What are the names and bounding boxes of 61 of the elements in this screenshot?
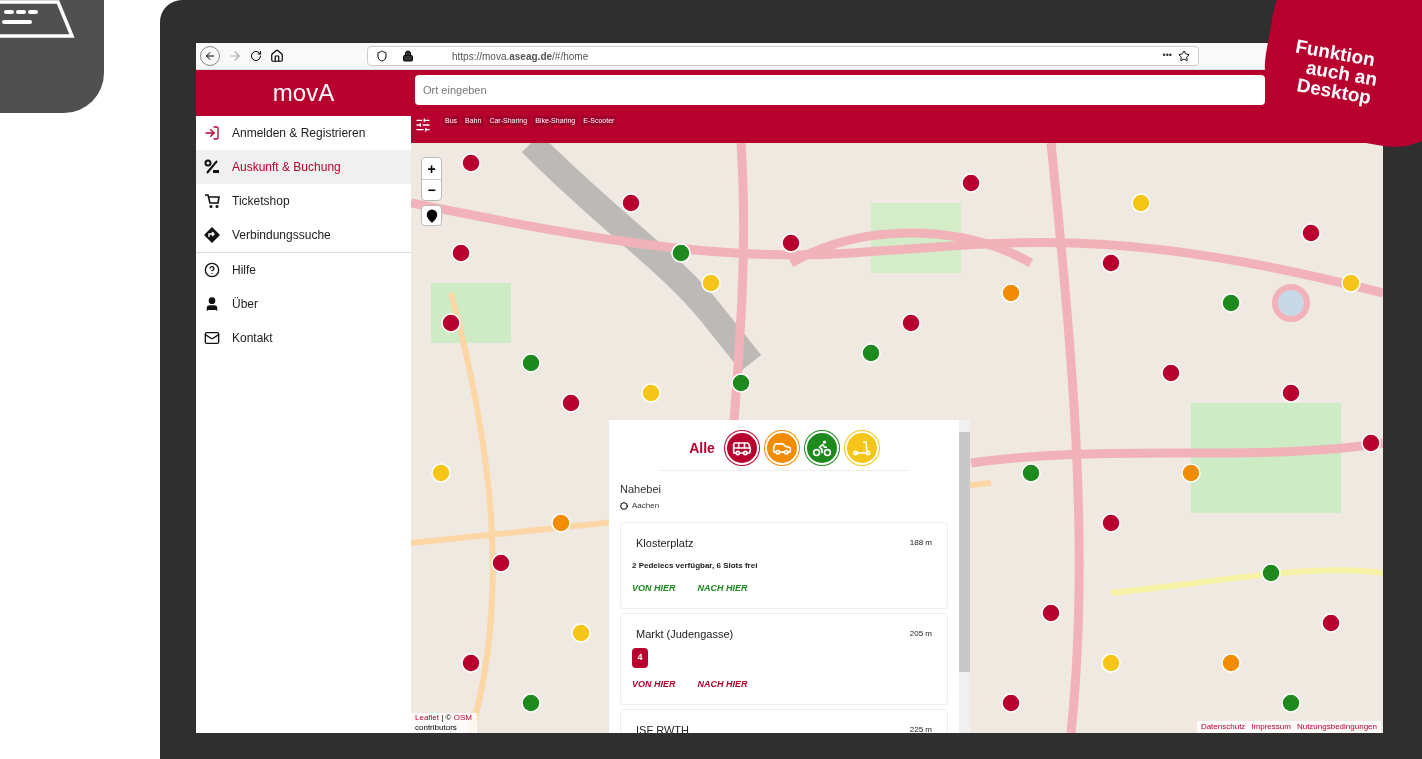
stop-name: Markt (Judengasse) <box>636 626 734 642</box>
laptop-icon <box>0 0 75 40</box>
login-icon <box>204 125 220 141</box>
sidebar-item[interactable]: Verbindungssuche <box>196 218 411 252</box>
address-bar[interactable]: https://mova.aseag.de/#/home ••• <box>367 46 1199 66</box>
bicycle-icon <box>811 438 832 458</box>
sidebar-item[interactable]: Kontakt <box>196 321 411 355</box>
stop-name: Klosterplatz <box>636 535 694 551</box>
zoom-in-button[interactable]: + <box>422 158 441 179</box>
bookmark-star-icon[interactable] <box>1178 50 1190 62</box>
sidebar-item[interactable]: Hilfe <box>196 253 411 287</box>
distance: 188 m <box>909 536 932 549</box>
route-link[interactable]: VON HIER <box>632 582 676 596</box>
result-card[interactable]: Klosterplatz 188 m 2 Pedelecs verfügbar, 6 Slots frei VON HIER NACH HIER <box>620 521 948 609</box>
stop-name: ISF RWTH <box>636 722 689 733</box>
search-field[interactable]: Ort eingeben <box>415 75 1265 105</box>
osm-link[interactable]: OSM <box>453 713 472 722</box>
cart-icon <box>204 193 220 209</box>
result-card[interactable]: Markt (Judengasse) 205 m 4 VON HIER NACH HIER <box>620 612 948 705</box>
sidebar-item[interactable]: Auskunft & Buchung <box>196 150 411 184</box>
footer-link[interactable]: Datenschutz <box>1200 721 1246 733</box>
route-link[interactable]: VON HIER <box>632 678 676 692</box>
bus-filter-button[interactable] <box>724 431 759 465</box>
line-badge: 4 <box>632 648 648 668</box>
back-arrow-icon <box>204 50 216 62</box>
more-menu[interactable]: ••• <box>1162 49 1172 63</box>
scrollbar[interactable] <box>959 420 970 733</box>
zoom-out-button[interactable]: − <box>422 179 441 200</box>
footer-link[interactable]: Impressum <box>1251 721 1291 733</box>
bike-filter-button[interactable] <box>804 431 839 465</box>
sidebar-item[interactable]: Ticketshop <box>196 184 411 218</box>
filter-icon[interactable] <box>415 117 431 133</box>
user-icon <box>204 296 220 312</box>
direction-sign-icon <box>204 227 220 243</box>
distance: 205 m <box>909 627 932 640</box>
home-icon[interactable] <box>270 49 284 63</box>
reload-icon[interactable] <box>250 50 262 62</box>
shield-icon <box>376 50 388 62</box>
location-ring-icon <box>620 501 628 510</box>
mova-logo[interactable]: movA <box>272 75 335 111</box>
leaflet-link[interactable]: Leaflet <box>415 713 440 722</box>
availability-text: 2 Pedelecs verfügbar, 6 Slots frei <box>632 560 759 572</box>
attribution-text: | © <box>441 713 452 722</box>
sidebar-item[interactable]: Anmelden & Registrieren <box>196 116 411 150</box>
location-label: Aachen <box>632 499 660 512</box>
scooter-icon <box>851 438 872 458</box>
help-icon <box>204 262 220 278</box>
url-text: https://mova.aseag.de/#/home <box>452 49 589 64</box>
sidebar-item[interactable]: Über <box>196 287 411 321</box>
attribution-text: contributors <box>415 723 457 732</box>
distance: 225 m <box>909 723 932 733</box>
nearby-heading: Nahebei <box>620 482 662 497</box>
route-link[interactable]: NACH HIER <box>697 582 748 596</box>
result-card[interactable]: ISF RWTH 225 m <box>620 708 948 733</box>
locate-button[interactable] <box>421 205 442 226</box>
mail-icon <box>204 330 220 346</box>
lock-icon <box>402 50 414 62</box>
route-link[interactable]: NACH HIER <box>697 678 748 692</box>
percent-tag-icon <box>204 159 220 175</box>
footer-link[interactable]: Nutzungsbedingungen <box>1296 721 1377 733</box>
all-filter[interactable]: Alle <box>689 437 715 459</box>
